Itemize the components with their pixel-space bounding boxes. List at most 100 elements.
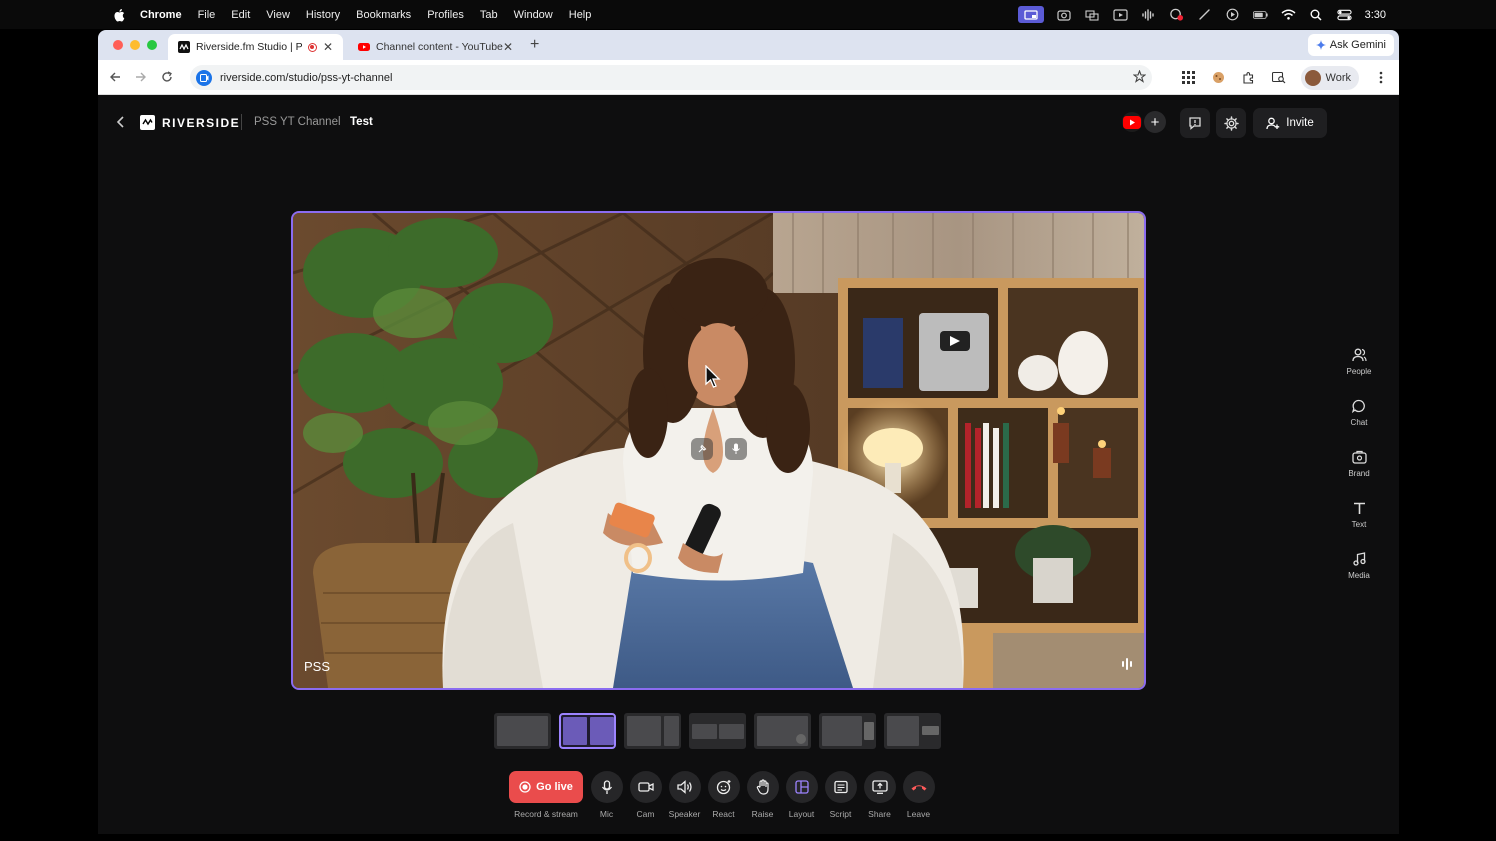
header-divider [241, 114, 242, 130]
zoom-window-button[interactable] [147, 40, 157, 50]
screen-share-status-icon[interactable] [1017, 6, 1044, 23]
pen-status-icon[interactable] [1197, 8, 1212, 21]
riverside-logo[interactable]: RIVERSIDE [140, 115, 240, 130]
minimize-window-button[interactable] [130, 40, 140, 50]
menu-edit[interactable]: Edit [231, 9, 250, 21]
hand-icon [756, 779, 769, 795]
forward-arrow-icon[interactable] [132, 68, 150, 86]
layout-button[interactable] [785, 771, 818, 803]
video-stage[interactable]: PSS [291, 211, 1146, 690]
apple-icon[interactable] [112, 8, 126, 22]
ask-gemini-label: Ask Gemini [1329, 39, 1386, 51]
control-center-icon[interactable] [1336, 8, 1352, 21]
share-screen-button[interactable] [863, 771, 896, 803]
mouse-cursor-icon [705, 364, 721, 394]
profile-label: Work [1325, 71, 1351, 84]
react-button[interactable] [707, 771, 740, 803]
side-chat-button[interactable]: Chat [1339, 398, 1379, 449]
share-control: Share [860, 771, 899, 819]
cam-label: Cam [636, 809, 655, 819]
tab-youtube-studio[interactable]: Channel content - YouTube Studio ✕ [348, 34, 523, 60]
share-label: Share [868, 809, 891, 819]
leave-label: Leave [906, 809, 931, 819]
audio-wave-status-icon[interactable] [1141, 8, 1156, 21]
add-destination-button[interactable]: + [1144, 111, 1166, 133]
new-tab-plus-icon[interactable]: + [530, 36, 539, 54]
layout-presets [494, 713, 941, 749]
back-chevron-icon[interactable] [116, 115, 126, 134]
menubar-clock[interactable]: 3:30 [1365, 9, 1386, 21]
close-window-button[interactable] [113, 40, 123, 50]
settings-gear-icon[interactable] [1216, 108, 1246, 138]
layout-split-uneven[interactable] [624, 713, 681, 749]
speaker-button[interactable] [668, 771, 701, 803]
battery-icon[interactable] [1252, 8, 1268, 21]
layout-split-two[interactable] [559, 713, 616, 749]
menu-bookmarks[interactable]: Bookmarks [356, 9, 411, 21]
layout-single[interactable] [494, 713, 551, 749]
layout-presentation[interactable] [884, 713, 941, 749]
reload-icon[interactable] [158, 68, 176, 86]
address-bar[interactable]: riverside.com/studio/pss-yt-channel [190, 65, 1152, 90]
menu-file[interactable]: File [198, 9, 216, 21]
layout-icon [794, 780, 809, 794]
react-control: React [704, 771, 743, 819]
creative-cloud-status-icon[interactable] [1169, 8, 1184, 21]
side-text-button[interactable]: Text [1339, 500, 1379, 551]
menu-profiles[interactable]: Profiles [427, 9, 464, 21]
tab-riverside[interactable]: Riverside.fm Studio | PSS ✕ [168, 34, 343, 60]
music-note-icon [1351, 551, 1367, 567]
video-status-icon[interactable] [1112, 8, 1128, 21]
close-tab-icon[interactable]: ✕ [503, 40, 513, 54]
browser-toolbar: riverside.com/studio/pss-yt-channel Work [98, 60, 1399, 95]
menu-history[interactable]: History [306, 9, 340, 21]
raise-control: Raise [743, 771, 782, 819]
profile-button[interactable]: Work [1300, 65, 1359, 90]
participant-video-feed [293, 213, 1144, 688]
side-brand-button[interactable]: Brand [1339, 449, 1379, 500]
cam-button[interactable] [629, 771, 662, 803]
close-tab-icon[interactable]: ✕ [323, 40, 333, 54]
layout-side-by-side-banner[interactable] [689, 713, 746, 749]
spotlight-search-icon[interactable] [1309, 8, 1324, 21]
raise-hand-button[interactable] [746, 771, 779, 803]
menu-tab[interactable]: Tab [480, 9, 498, 21]
wifi-icon[interactable] [1281, 8, 1296, 21]
extension-cookie-icon[interactable] [1211, 70, 1227, 86]
menu-help[interactable]: Help [569, 9, 592, 21]
share-screen-icon [871, 780, 888, 794]
ask-gemini-button[interactable]: Ask Gemini [1307, 34, 1394, 56]
script-button[interactable] [824, 771, 857, 803]
site-info-icon[interactable] [196, 69, 212, 86]
more-menu-icon[interactable] [1373, 70, 1389, 86]
layout-sidebar-thumbnail[interactable] [819, 713, 876, 749]
go-live-button[interactable]: Go live [509, 771, 583, 803]
invite-button[interactable]: Invite [1253, 108, 1327, 138]
menu-view[interactable]: View [266, 9, 290, 21]
tab-strip: Riverside.fm Studio | PSS ✕ Channel cont… [98, 30, 1399, 60]
layout-picture-in-picture[interactable] [754, 713, 811, 749]
windows-status-icon[interactable] [1085, 8, 1100, 21]
leave-button[interactable] [902, 771, 935, 803]
mute-participant-mic-icon[interactable] [725, 438, 747, 460]
extensions-puzzle-icon[interactable] [1241, 70, 1257, 86]
side-media-button[interactable]: Media [1339, 551, 1379, 602]
avatar [1304, 69, 1321, 86]
menu-window[interactable]: Window [514, 9, 553, 21]
back-arrow-icon[interactable] [106, 68, 124, 86]
menu-app-name[interactable]: Chrome [140, 9, 182, 21]
breadcrumb-studio[interactable]: PSS YT Channel [254, 116, 341, 128]
mic-button[interactable] [590, 771, 623, 803]
camera-status-icon[interactable] [1057, 8, 1072, 21]
bookmark-star-icon[interactable] [1132, 69, 1147, 86]
tab-title: Channel content - YouTube Studio [376, 41, 503, 53]
pin-video-icon[interactable] [691, 438, 713, 460]
youtube-destination-icon[interactable] [1122, 112, 1142, 132]
feedback-icon[interactable] [1180, 108, 1210, 138]
breadcrumb-session[interactable]: Test [350, 116, 373, 128]
play-status-icon[interactable] [1225, 8, 1240, 21]
side-people-button[interactable]: People [1339, 347, 1379, 398]
apps-grid-icon[interactable] [1181, 70, 1197, 86]
tab-search-icon[interactable] [1271, 70, 1287, 86]
stream-destinations: + [1122, 111, 1166, 133]
